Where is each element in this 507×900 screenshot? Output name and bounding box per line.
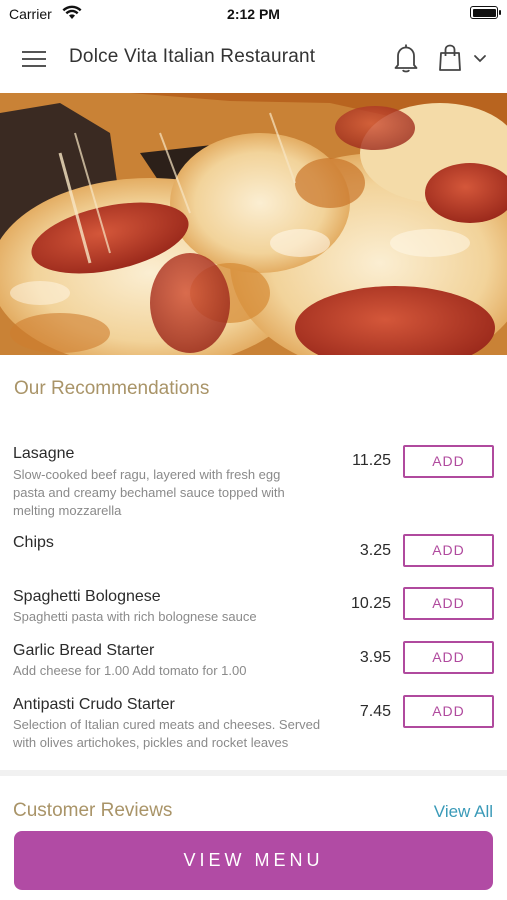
battery-icon — [470, 6, 501, 19]
section-divider — [0, 770, 507, 776]
item-description: Slow-cooked beef ragu, layered with fres… — [13, 467, 285, 518]
clock: 2:12 PM — [227, 6, 280, 22]
bell-icon[interactable] — [392, 42, 420, 74]
recommendations-title: Our Recommendations — [14, 378, 210, 399]
restaurant-title: Dolce Vita Italian Restaurant — [69, 46, 316, 67]
add-button[interactable]: ADD — [403, 534, 494, 567]
app-header: Dolce Vita Italian Restaurant — [0, 26, 507, 93]
add-button[interactable]: ADD — [403, 641, 494, 674]
item-name: Garlic Bread Starter — [13, 642, 155, 659]
hero-pizza-image — [0, 93, 507, 355]
item-description: Selection of Italian cured meats and che… — [13, 717, 321, 750]
item-price: 7.45 — [359, 703, 391, 720]
view-all-link[interactable]: View All — [434, 802, 493, 822]
add-button[interactable]: ADD — [403, 695, 494, 728]
item-price: 3.95 — [359, 649, 391, 666]
pepperoni-pizza-photo — [0, 93, 507, 355]
add-button[interactable]: ADD — [403, 587, 494, 620]
item-name: Antipasti Crudo Starter — [13, 696, 175, 713]
hamburger-menu-icon[interactable] — [22, 49, 48, 69]
item-name: Spaghetti Bolognese — [13, 588, 161, 605]
view-menu-button[interactable]: VIEW MENU — [14, 831, 493, 890]
chevron-down-icon[interactable] — [472, 52, 488, 66]
item-price: 10.25 — [350, 595, 391, 612]
item-name: Chips — [13, 534, 54, 551]
shopping-bag-icon[interactable] — [437, 43, 463, 73]
item-description: Spaghetti pasta with rich bolognese sauc… — [13, 609, 257, 624]
item-price: 11.25 — [352, 452, 391, 469]
item-name: Lasagne — [13, 445, 75, 462]
status-bar: Carrier 2:12 PM — [0, 0, 507, 26]
add-button[interactable]: ADD — [403, 445, 494, 478]
item-price: 3.25 — [359, 542, 391, 559]
reviews-title: Customer Reviews — [13, 800, 173, 821]
item-description: Add cheese for 1.00 Add tomato for 1.00 — [13, 663, 247, 678]
